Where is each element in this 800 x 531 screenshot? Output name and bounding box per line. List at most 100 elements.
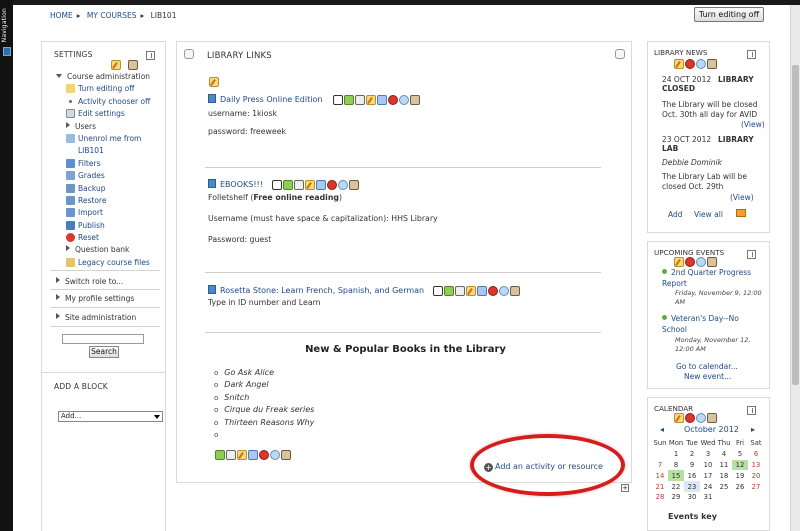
calendar-day[interactable]: 3 xyxy=(700,449,716,460)
indent-icon[interactable] xyxy=(443,285,454,296)
settings-item-filters[interactable]: Filters xyxy=(56,158,166,170)
calendar-day[interactable]: 26 xyxy=(732,481,748,492)
section-select-checkbox[interactable] xyxy=(184,49,194,59)
scrollbar[interactable] xyxy=(790,5,800,531)
news-view-link[interactable]: (View) xyxy=(730,193,754,202)
dock-icon[interactable] xyxy=(747,250,756,259)
resource-link[interactable]: EBOOKS!!! xyxy=(220,180,263,189)
calendar-day[interactable]: 5 xyxy=(732,449,748,460)
calendar-prev-icon[interactable]: ◂ xyxy=(660,425,664,434)
calendar-day[interactable]: 21 xyxy=(652,481,668,492)
settings-item-publish[interactable]: Publish xyxy=(56,220,166,232)
news-heading[interactable]: LIBRARY xyxy=(718,75,754,84)
event-title-cont[interactable]: Report xyxy=(662,279,687,288)
delete-icon[interactable] xyxy=(487,285,498,296)
hide-icon[interactable] xyxy=(337,179,348,190)
event-item[interactable]: 2nd Quarter Progress xyxy=(662,268,751,277)
resource-link[interactable]: Daily Press Online Edition xyxy=(220,95,322,104)
view-all-link[interactable]: View all xyxy=(694,210,723,219)
news-heading[interactable]: CLOSED xyxy=(662,84,695,93)
section-select-checkbox-right[interactable] xyxy=(615,49,625,59)
calendar-day[interactable]: 19 xyxy=(732,470,748,481)
delete-icon[interactable] xyxy=(685,59,695,69)
calendar-day[interactable]: 28 xyxy=(652,492,668,503)
settings-item-turn-editing-off[interactable]: Turn editing off xyxy=(56,83,166,95)
dock-icon[interactable] xyxy=(146,51,155,60)
calendar-day[interactable]: 29 xyxy=(668,492,684,503)
move-icon[interactable] xyxy=(293,179,304,190)
settings-item-grades[interactable]: Grades xyxy=(56,170,166,182)
settings-item-restore[interactable]: Restore xyxy=(56,195,166,207)
edit-icon[interactable] xyxy=(111,60,121,70)
add-news-link[interactable]: Add xyxy=(668,210,683,219)
calendar-day[interactable]: 1 xyxy=(668,449,684,460)
calendar-day[interactable]: 14 xyxy=(652,470,668,481)
edit-title-icon[interactable] xyxy=(432,285,443,296)
indent-icon[interactable] xyxy=(282,179,293,190)
calendar-day[interactable]: 16 xyxy=(684,470,700,481)
indent-icon[interactable] xyxy=(215,450,225,460)
roles-icon[interactable] xyxy=(707,257,717,267)
group-mode-icon[interactable] xyxy=(281,450,291,460)
edit-icon[interactable] xyxy=(304,179,315,190)
edit-icon[interactable] xyxy=(674,413,684,423)
event-title-cont[interactable]: School xyxy=(662,325,687,334)
dock-icon[interactable] xyxy=(747,406,756,415)
breadcrumb-my-courses[interactable]: MY COURSES xyxy=(87,11,137,20)
delete-icon[interactable] xyxy=(259,450,269,460)
settings-item-edit-settings[interactable]: Edit settings xyxy=(56,108,166,120)
calendar-day[interactable]: 30 xyxy=(684,492,700,503)
edit-title-icon[interactable] xyxy=(332,94,343,105)
breadcrumb-course[interactable]: LIB101 xyxy=(151,11,177,20)
edit-icon[interactable] xyxy=(674,257,684,267)
settings-item-unenrol-course[interactable]: LIB101 xyxy=(56,145,166,157)
settings-item-question-bank[interactable]: Question bank xyxy=(56,244,166,256)
site-administration-item[interactable]: Site administration xyxy=(56,313,136,322)
news-heading[interactable]: LAB xyxy=(662,144,678,153)
calendar-day[interactable]: 27 xyxy=(748,481,764,492)
settings-item-unenrol[interactable]: Unenrol me from xyxy=(56,133,166,145)
edit-icon[interactable] xyxy=(465,285,476,296)
group-mode-icon[interactable] xyxy=(348,179,359,190)
event-item[interactable]: Veteran's Day--No xyxy=(662,314,739,323)
calendar-day[interactable]: 7 xyxy=(652,460,668,471)
settings-item-course-admin[interactable]: Course administration xyxy=(56,71,166,83)
rss-icon[interactable] xyxy=(736,209,746,217)
edit-icon[interactable] xyxy=(237,450,247,460)
calendar-day-current[interactable]: 23 xyxy=(684,481,700,492)
hide-icon[interactable] xyxy=(498,285,509,296)
calendar-day[interactable]: 22 xyxy=(668,481,684,492)
scrollbar-thumb[interactable] xyxy=(792,65,799,385)
my-profile-settings-item[interactable]: My profile settings xyxy=(56,294,134,303)
new-event-link[interactable]: New event... xyxy=(684,372,731,381)
calendar-day[interactable]: 6 xyxy=(748,449,764,460)
hide-icon[interactable] xyxy=(696,257,706,267)
delete-icon[interactable] xyxy=(685,413,695,423)
calendar-day[interactable]: 31 xyxy=(700,492,716,503)
calendar-day[interactable]: 4 xyxy=(716,449,732,460)
dock-icon[interactable] xyxy=(747,50,756,59)
add-block-select[interactable]: Add... xyxy=(58,411,163,422)
settings-item-backup[interactable]: Backup xyxy=(56,183,166,195)
resource-link[interactable]: Rosetta Stone: Learn French, Spanish, an… xyxy=(220,286,424,295)
calendar-day[interactable]: 8 xyxy=(668,460,684,471)
duplicate-icon[interactable] xyxy=(476,285,487,296)
calendar-day-today[interactable]: 12 xyxy=(732,459,748,471)
calendar-day[interactable]: 20 xyxy=(748,470,764,481)
move-icon[interactable] xyxy=(454,285,465,296)
navigation-icon[interactable] xyxy=(3,47,11,56)
calendar-day[interactable]: 18 xyxy=(716,470,732,481)
calendar-day[interactable]: 25 xyxy=(716,481,732,492)
calendar-day[interactable]: 9 xyxy=(684,460,700,471)
add-section-icon[interactable]: + xyxy=(621,484,629,492)
breadcrumb-home[interactable]: HOME xyxy=(50,11,73,20)
edit-icon[interactable] xyxy=(365,94,376,105)
move-icon[interactable] xyxy=(226,450,236,460)
hide-icon[interactable] xyxy=(398,94,409,105)
news-view-link[interactable]: (View) xyxy=(741,120,765,129)
move-icon[interactable] xyxy=(354,94,365,105)
switch-role-item[interactable]: Switch role to... xyxy=(56,277,123,286)
calendar-day[interactable]: 11 xyxy=(716,460,732,471)
calendar-day[interactable]: 17 xyxy=(700,470,716,481)
go-to-calendar-link[interactable]: Go to calendar... xyxy=(676,362,738,371)
